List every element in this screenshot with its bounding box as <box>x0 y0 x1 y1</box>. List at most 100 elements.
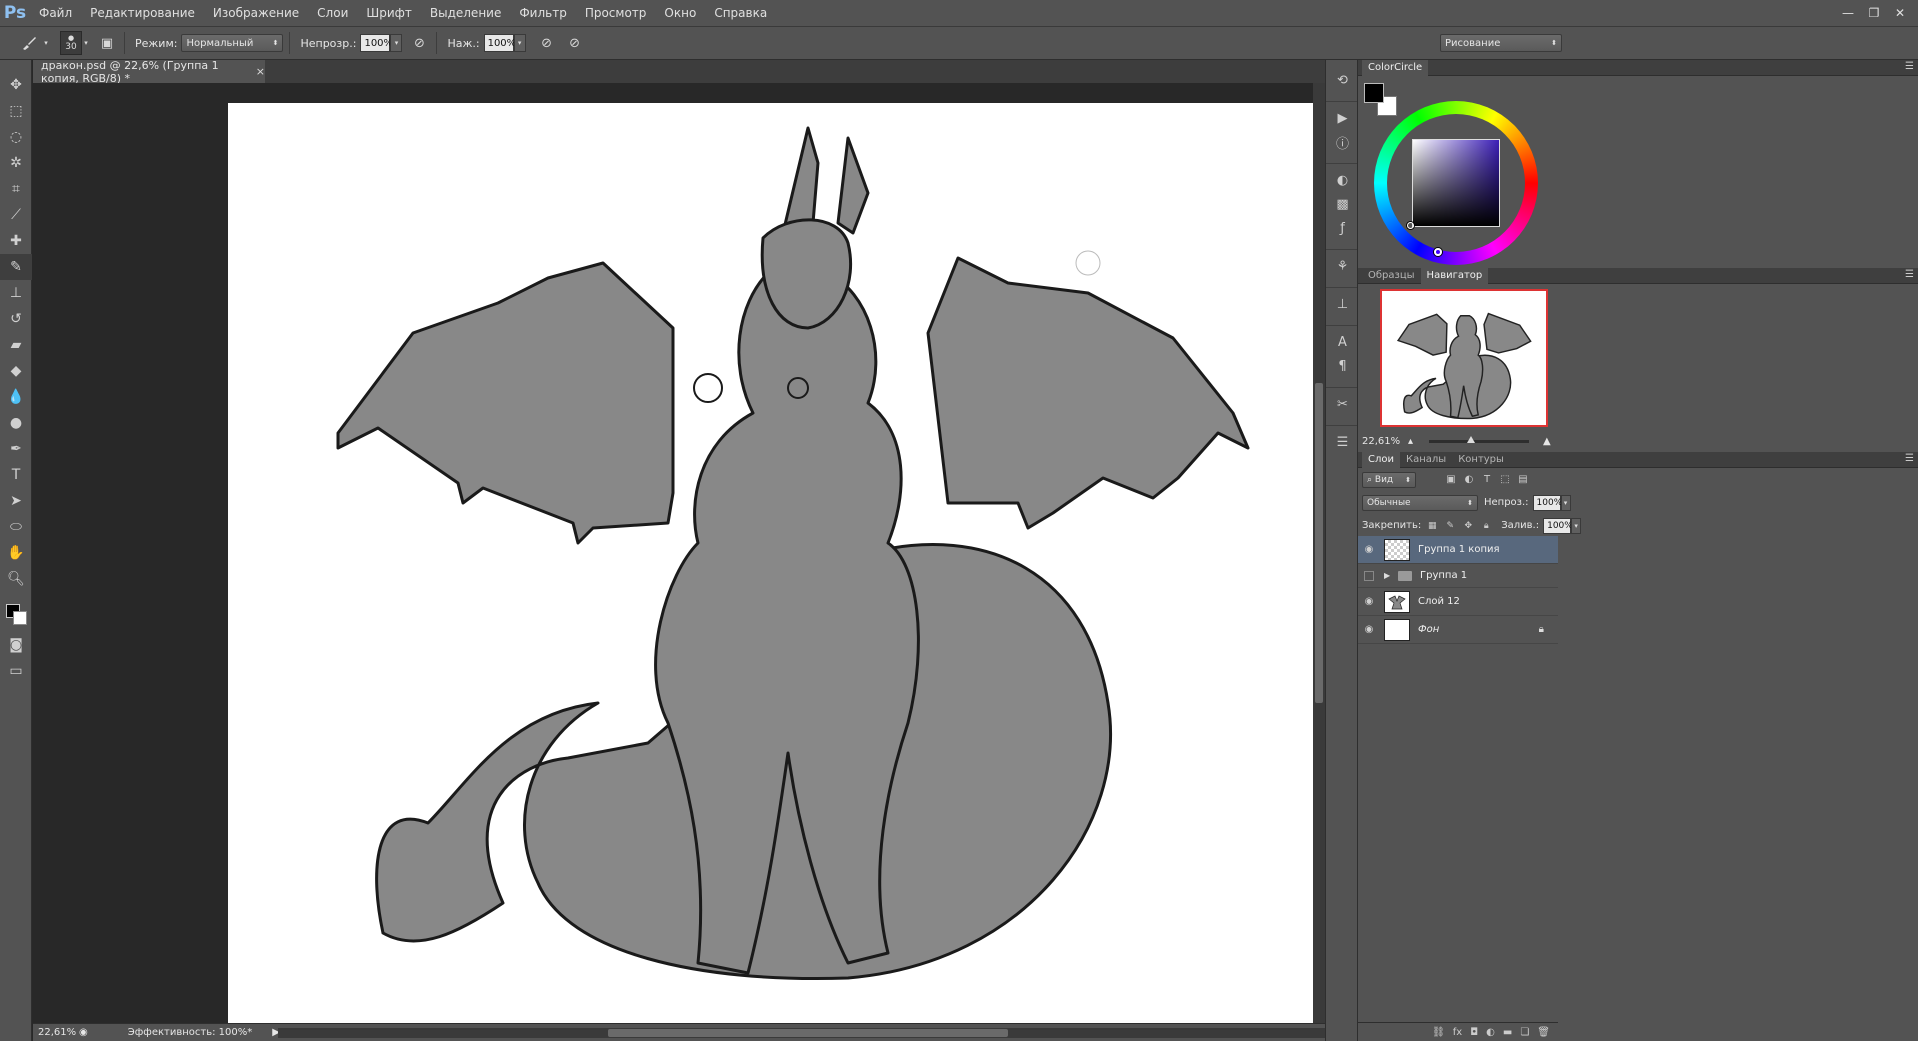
move-icon[interactable]: ✥ <box>0 72 32 98</box>
layer-row[interactable]: ◉ Слой 12 <box>1358 588 1558 616</box>
menu-file[interactable]: Файл <box>30 0 81 27</box>
dodge-icon[interactable]: ● <box>0 410 32 436</box>
info-panel-icon[interactable]: ⓘ <box>1326 130 1359 154</box>
zoom-icon[interactable]: 🔍︎ <box>0 566 32 592</box>
screen-mode-icon[interactable]: ▭ <box>0 658 32 684</box>
adjustments-panel-icon[interactable]: ◐ <box>1326 168 1359 192</box>
hue-marker[interactable] <box>1434 248 1442 256</box>
ellipse-icon[interactable]: ⬭ <box>0 514 32 540</box>
brush-size-arrow-icon[interactable]: ▾ <box>82 34 90 52</box>
horizontal-scrollbar[interactable] <box>278 1028 1333 1038</box>
brush-panel-icon[interactable]: ▣ <box>96 32 118 54</box>
minimize-icon[interactable]: — <box>1838 5 1858 21</box>
fill-arrow-icon[interactable]: ▾ <box>1571 517 1582 534</box>
navigator-zoom-thumb[interactable] <box>1467 435 1476 443</box>
layer-row[interactable]: ◉ Фон 🔒︎ <box>1358 616 1558 644</box>
navigator-thumbnail[interactable] <box>1380 289 1548 427</box>
styles-panel-icon[interactable]: ▩ <box>1326 192 1359 216</box>
canvas-area[interactable] <box>33 83 1325 1023</box>
menu-view[interactable]: Просмотр <box>576 0 656 27</box>
new-group-icon[interactable]: ▬ <box>1503 1027 1512 1038</box>
group-expand-arrow-icon[interactable]: ▶ <box>1384 571 1394 580</box>
new-layer-icon[interactable]: ❏ <box>1520 1027 1529 1038</box>
airbrush-icon[interactable]: ⊘ <box>536 32 558 54</box>
visibility-eye-icon[interactable]: ◉ <box>1358 624 1380 635</box>
layer-row[interactable]: ▶ Группа 1 <box>1358 564 1558 588</box>
tab-channels[interactable]: Каналы <box>1400 452 1452 468</box>
pressure-opacity-icon[interactable]: ⊘ <box>408 32 430 54</box>
brush-presets-panel-icon[interactable]: ⚘ <box>1326 254 1359 278</box>
panel-menu-icon[interactable]: ☰ <box>1905 61 1914 72</box>
tab-swatches[interactable]: Образцы <box>1362 268 1421 284</box>
restore-icon[interactable]: ❐ <box>1864 5 1884 21</box>
lasso-icon[interactable]: ◌ <box>0 124 32 150</box>
saturation-brightness-square[interactable] <box>1412 139 1500 227</box>
brush-preset-dropdown-icon[interactable]: ▾ <box>40 34 52 52</box>
pressure-size-icon[interactable]: ⊘ <box>564 32 586 54</box>
history-panel-icon[interactable]: ⟲ <box>1326 68 1359 92</box>
actions-panel-icon[interactable]: ▶ <box>1326 106 1359 130</box>
navigator-zoom-value[interactable]: 22,61% <box>1358 436 1408 447</box>
healing-icon[interactable]: ✚ <box>0 228 32 254</box>
paint-bucket-icon[interactable]: ◆ <box>0 358 32 384</box>
menu-type[interactable]: Шрифт <box>357 0 421 27</box>
zoom-in-icon[interactable]: ▲ <box>1543 436 1551 447</box>
menu-window[interactable]: Окно <box>655 0 705 27</box>
layer-row[interactable]: ◉ Группа 1 копия <box>1358 536 1558 564</box>
hue-ring[interactable] <box>1374 101 1538 265</box>
panel-menu-icon[interactable]: ☰ <box>1905 269 1914 280</box>
visibility-eye-icon[interactable]: ◉ <box>1358 596 1380 607</box>
close-icon[interactable]: ✕ <box>1890 5 1910 21</box>
pen-icon[interactable]: ✒ <box>0 436 32 462</box>
document-canvas[interactable] <box>228 103 1325 1023</box>
add-mask-icon[interactable]: ◘ <box>1470 1027 1478 1038</box>
vertical-scrollbar[interactable] <box>1313 83 1325 1023</box>
navigator-zoom-slider[interactable] <box>1429 435 1530 443</box>
menu-layers[interactable]: Слои <box>308 0 357 27</box>
menu-image[interactable]: Изображение <box>204 0 308 27</box>
colorcircle-foreground-swatch[interactable] <box>1364 83 1384 103</box>
flow-input[interactable]: 100% <box>483 34 516 52</box>
close-tab-icon[interactable]: × <box>256 65 265 78</box>
crop-icon[interactable]: ⌗ <box>0 176 32 202</box>
lock-all-icon[interactable]: 🔒︎ <box>1479 519 1493 533</box>
blend-mode-select[interactable]: Обычные ⬍ <box>1362 494 1478 511</box>
filter-smart-object-icon[interactable]: ▤ <box>1516 473 1530 487</box>
type-icon[interactable]: T <box>0 462 32 488</box>
clone-source-panel-icon[interactable]: ⊥ <box>1326 292 1359 316</box>
hand-icon[interactable]: ✋ <box>0 540 32 566</box>
quick-mask-icon[interactable]: ◙ <box>0 632 32 658</box>
zoom-out-icon[interactable]: ▴ <box>1408 436 1413 447</box>
brush-icon[interactable]: ✎ <box>0 254 32 280</box>
menu-help[interactable]: Справка <box>705 0 776 27</box>
filter-pixel-icon[interactable]: ▣ <box>1444 473 1458 487</box>
panel-menu-icon[interactable]: ☰ <box>1905 453 1914 464</box>
eyedropper-icon[interactable]: ⟋ <box>0 202 32 228</box>
visibility-off-box[interactable] <box>1364 570 1374 581</box>
layer-opacity-arrow-icon[interactable]: ▾ <box>1560 494 1571 511</box>
mode-select[interactable]: Нормальный ⬍ <box>181 34 284 52</box>
add-style-icon[interactable]: fx <box>1453 1027 1462 1038</box>
new-adjustment-icon[interactable]: ◐ <box>1486 1027 1495 1038</box>
eraser-icon[interactable]: ▰ <box>0 332 32 358</box>
colorcircle-tab[interactable]: ColorCircle <box>1362 59 1429 76</box>
status-info-icon[interactable]: ◉ <box>79 1027 88 1038</box>
tool-presets-panel-icon[interactable]: ✂ <box>1326 392 1359 416</box>
horizontal-scroll-thumb[interactable] <box>608 1029 1008 1037</box>
filter-adjustment-icon[interactable]: ◐ <box>1462 473 1476 487</box>
lock-pixels-icon[interactable]: ✎ <box>1443 519 1457 533</box>
tab-navigator[interactable]: Навигатор <box>1420 267 1489 284</box>
paragraph-panel-icon[interactable]: ¶ <box>1326 354 1359 378</box>
tab-paths[interactable]: Контуры <box>1452 452 1510 468</box>
flow-arrow-icon[interactable]: ▾ <box>513 34 526 52</box>
opacity-arrow-icon[interactable]: ▾ <box>390 34 403 52</box>
link-layers-icon[interactable]: ⛓ <box>1432 1027 1445 1038</box>
menu-edit[interactable]: Редактирование <box>81 0 204 27</box>
delete-layer-icon[interactable]: 🗑︎ <box>1537 1027 1550 1038</box>
history-brush-icon[interactable]: ↺ <box>0 306 32 332</box>
vertical-scroll-thumb[interactable] <box>1315 383 1323 703</box>
properties-panel-icon[interactable]: ☰ <box>1326 430 1359 454</box>
filter-shape-icon[interactable]: ⬚ <box>1498 473 1512 487</box>
blur-icon[interactable]: 💧 <box>0 384 32 410</box>
menu-filter[interactable]: Фильтр <box>510 0 575 27</box>
